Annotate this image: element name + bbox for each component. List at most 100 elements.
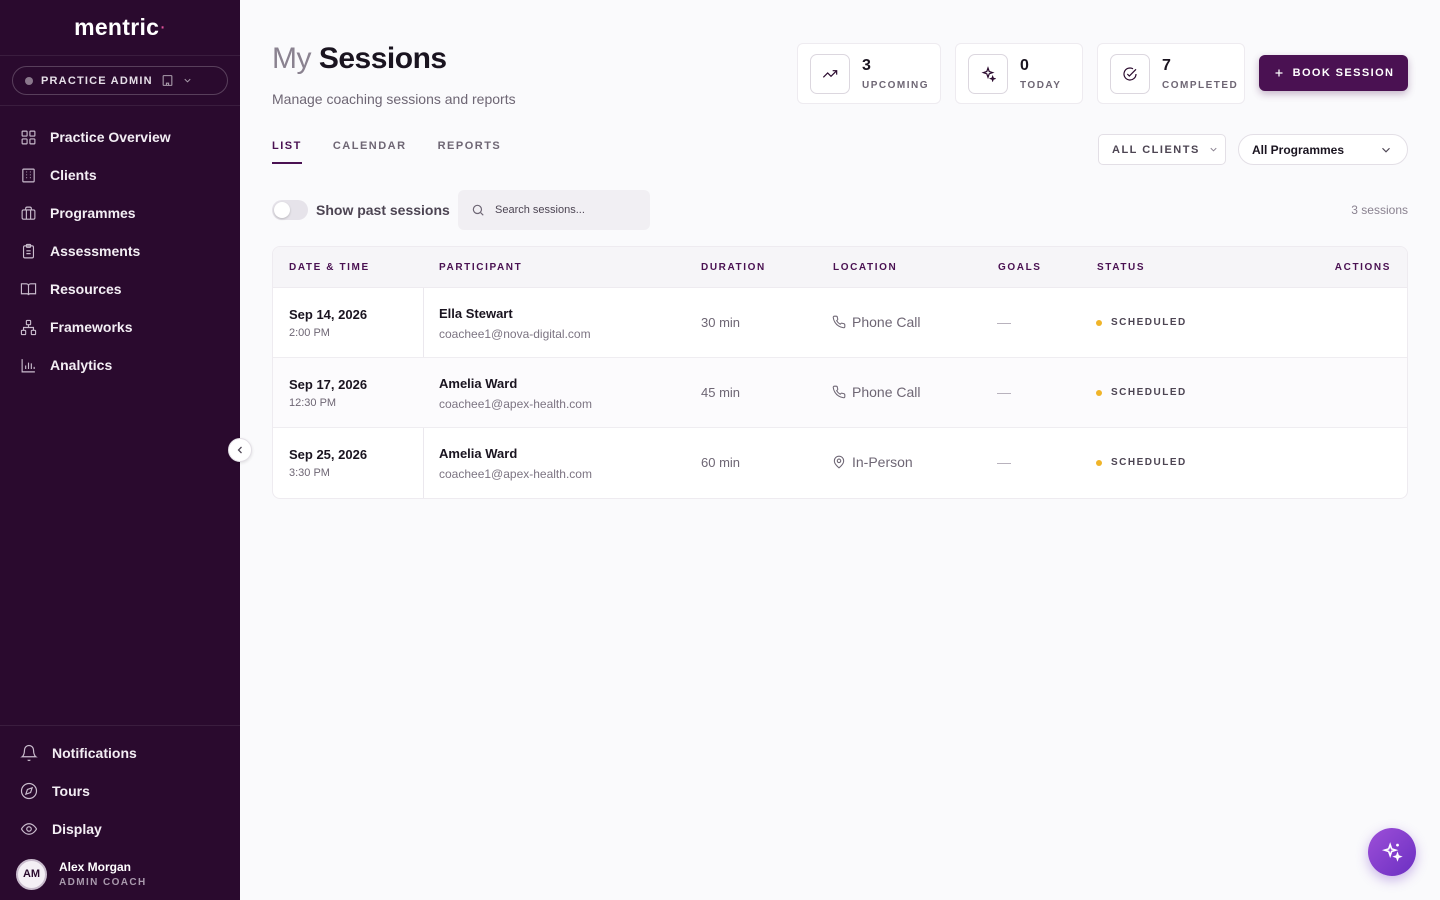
table-row[interactable]: Sep 17, 2026 12:30 PM Amelia Ward coache… xyxy=(273,358,1407,428)
stat-label: TODAY xyxy=(1020,79,1062,91)
book-session-button[interactable]: BOOK SESSION xyxy=(1259,55,1408,91)
sidebar-item-notifications[interactable]: Notifications xyxy=(0,734,240,772)
clients-filter-label: ALL CLIENTS xyxy=(1112,143,1200,156)
logo[interactable]: mentric · xyxy=(0,0,240,56)
column-header-date[interactable]: DATE & TIME xyxy=(289,262,370,273)
status-label: SCHEDULED xyxy=(1111,457,1187,468)
search-input[interactable] xyxy=(495,204,635,216)
bell-icon xyxy=(20,744,38,762)
sidebar-item-label: Practice Overview xyxy=(50,129,171,145)
sidebar-item-label: Resources xyxy=(50,281,122,297)
clients-filter[interactable]: ALL CLIENTS xyxy=(1098,134,1226,165)
sidebar-item-display[interactable]: Display xyxy=(0,810,240,848)
sidebar-item-assessments[interactable]: Assessments xyxy=(0,232,240,270)
sidebar-item-clients[interactable]: Clients xyxy=(0,156,240,194)
trend-up-icon xyxy=(810,53,850,94)
search-icon xyxy=(472,204,484,216)
sidebar-item-label: Clients xyxy=(50,167,97,183)
column-header-location[interactable]: LOCATION xyxy=(833,262,897,273)
status-label: SCHEDULED xyxy=(1111,317,1187,328)
chevron-down-icon xyxy=(1382,147,1390,153)
phone-icon xyxy=(832,315,846,329)
participant-cell: Amelia Ward coachee1@apex-health.com xyxy=(439,446,592,481)
column-header-actions: ACTIONS xyxy=(1334,262,1391,273)
sessions-table: DATE & TIME PARTICIPANT DURATION LOCATIO… xyxy=(272,246,1408,499)
status-badge: SCHEDULED xyxy=(1096,387,1187,398)
status-label: SCHEDULED xyxy=(1111,387,1187,398)
location-cell: Phone Call xyxy=(832,384,921,400)
stat-value: 0 xyxy=(1020,56,1029,74)
sidebar-item-label: Tours xyxy=(52,783,90,799)
chevron-down-icon xyxy=(182,75,193,86)
goals-cell: — xyxy=(997,384,1011,400)
column-header-duration[interactable]: DURATION xyxy=(701,262,766,273)
main-nav: Practice Overview Clients Programmes Ass… xyxy=(0,106,240,384)
tab-calendar[interactable]: CALENDAR xyxy=(333,140,407,164)
stat-today: 0 TODAY xyxy=(955,43,1083,104)
tab-list[interactable]: LIST xyxy=(272,140,302,164)
programmes-filter[interactable]: All Programmes xyxy=(1238,134,1408,165)
page-subtitle: Manage coaching sessions and reports xyxy=(272,91,516,107)
status-dot-icon xyxy=(1096,389,1102,396)
date-cell: Sep 17, 2026 12:30 PM xyxy=(289,377,367,409)
session-date: Sep 25, 2026 xyxy=(289,447,368,462)
duration-cell: 60 min xyxy=(701,455,741,470)
duration-cell: 30 min xyxy=(701,315,741,330)
column-header-participant[interactable]: PARTICIPANT xyxy=(439,262,522,273)
participant-name: Ella Stewart xyxy=(439,306,513,321)
book-session-label: BOOK SESSION xyxy=(1292,67,1395,79)
stat-value: 7 xyxy=(1162,56,1171,74)
participant-cell: Amelia Ward coachee1@apex-health.com xyxy=(439,376,592,411)
grid-icon xyxy=(21,130,36,144)
sidebar-item-frameworks[interactable]: Frameworks xyxy=(0,308,240,346)
location-label: Phone Call xyxy=(852,314,921,330)
sidebar-item-tours[interactable]: Tours xyxy=(0,772,240,810)
hierarchy-icon xyxy=(20,319,37,335)
sidebar-item-label: Programmes xyxy=(50,205,136,221)
stat-upcoming: 3 UPCOMING xyxy=(797,43,941,104)
sidebar: mentric · PRACTICE ADMIN Practice Overvie… xyxy=(0,0,240,900)
session-count: 3 sessions xyxy=(1351,203,1408,217)
sidebar-item-programmes[interactable]: Programmes xyxy=(0,194,240,232)
sidebar-item-practice-overview[interactable]: Practice Overview xyxy=(0,118,240,156)
session-date: Sep 17, 2026 xyxy=(289,377,368,392)
role-switcher[interactable]: PRACTICE ADMIN xyxy=(12,66,228,95)
sidebar-footer: Notifications Tours Display AM Alex Morg… xyxy=(0,725,240,900)
participant-name: Amelia Ward xyxy=(439,376,518,391)
ai-assistant-button[interactable] xyxy=(1368,828,1416,876)
sidebar-item-resources[interactable]: Resources xyxy=(0,270,240,308)
map-pin-icon xyxy=(833,455,845,469)
table-row[interactable]: Sep 25, 2026 3:30 PM Amelia Ward coachee… xyxy=(273,428,1407,498)
page-title-light: My xyxy=(272,42,312,75)
chevron-left-icon xyxy=(237,446,242,454)
programmes-filter-label: All Programmes xyxy=(1252,142,1345,157)
logo-dot-icon: · xyxy=(159,16,166,38)
show-past-toggle[interactable] xyxy=(272,200,308,220)
sidebar-item-label: Frameworks xyxy=(50,319,133,335)
tab-reports[interactable]: REPORTS xyxy=(438,140,502,164)
sidebar-item-analytics[interactable]: Analytics xyxy=(0,346,240,384)
sidebar-item-label: Display xyxy=(52,821,102,837)
duration-cell: 45 min xyxy=(701,385,741,400)
collapse-sidebar-button[interactable] xyxy=(228,438,252,462)
status-badge: SCHEDULED xyxy=(1096,457,1187,468)
column-header-status[interactable]: STATUS xyxy=(1097,262,1145,273)
table-row[interactable]: Sep 14, 2026 2:00 PM Ella Stewart coache… xyxy=(273,288,1407,358)
bar-chart-icon xyxy=(21,358,35,372)
session-time: 2:00 PM xyxy=(289,327,330,339)
phone-icon xyxy=(832,385,846,399)
clipboard-icon xyxy=(22,243,35,258)
user-name: Alex Morgan xyxy=(59,860,132,874)
user-profile[interactable]: AM Alex Morgan ADMIN COACH xyxy=(0,848,240,900)
chevron-down-icon xyxy=(1210,147,1217,152)
column-header-goals[interactable]: GOALS xyxy=(998,262,1042,273)
sparkle-icon xyxy=(1381,842,1403,862)
stat-completed: 7 COMPLETED xyxy=(1097,43,1245,104)
check-circle-icon xyxy=(1110,53,1150,94)
main-content: My Sessions Manage coaching sessions and… xyxy=(272,0,1408,900)
logo-text: mentric xyxy=(74,14,160,40)
view-tabs: LIST CALENDAR REPORTS xyxy=(272,140,501,164)
compass-icon xyxy=(20,782,38,800)
role-dot-icon xyxy=(25,76,33,85)
participant-email: coachee1@apex-health.com xyxy=(439,397,592,411)
